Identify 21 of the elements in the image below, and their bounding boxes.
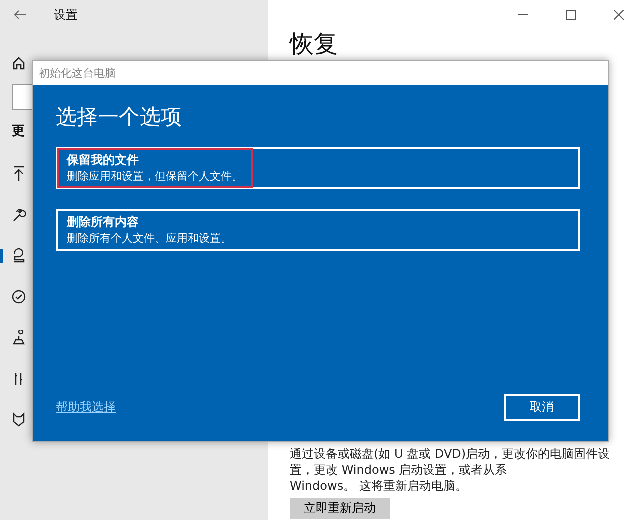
cancel-button[interactable]: 取消 — [504, 394, 580, 421]
section-heading: 更 — [12, 123, 26, 140]
window-title: 设置 — [54, 6, 78, 24]
option-description: 删除应用和设置，但保留个人文件。 — [67, 169, 243, 184]
back-icon[interactable] — [14, 10, 26, 20]
dialog-heading: 选择一个选项 — [56, 104, 183, 131]
home-icon[interactable] — [12, 56, 26, 70]
maximize-icon[interactable] — [566, 10, 576, 20]
option-title: 删除所有内容 — [67, 214, 140, 231]
help-link[interactable]: 帮助我选择 — [56, 399, 116, 416]
page-heading: 恢复 — [290, 29, 339, 60]
option-button[interactable]: 删除所有内容 删除所有个人文件、应用和设置。 — [56, 209, 580, 251]
option-title: 保留我的文件 — [67, 152, 140, 169]
close-icon[interactable] — [614, 10, 624, 20]
option-button[interactable]: 保留我的文件 删除应用和设置，但保留个人文件。 — [56, 147, 580, 189]
restart-button[interactable]: 立即重新启动 — [290, 498, 390, 519]
upload-icon[interactable] — [12, 166, 26, 182]
check-circle-icon[interactable] — [12, 289, 26, 305]
option-description: 删除所有个人文件、应用和设置。 — [67, 231, 232, 246]
description-text: 通过设备或磁盘(如 U 盘或 DVD)启动，更改你的电脑固件设 置，更改 Windows 启动设置，或者从系 Windows。 这将重新启动电脑。 — [290, 446, 612, 494]
dialog-title: 初始化这台电脑 — [39, 66, 116, 80]
